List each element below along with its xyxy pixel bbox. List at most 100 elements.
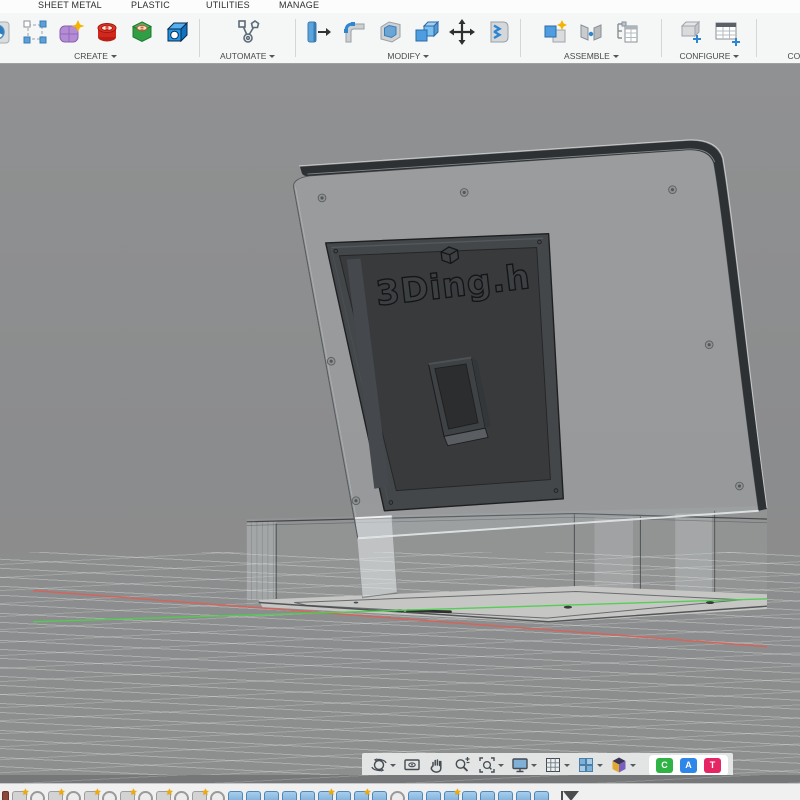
tab-sheet-metal[interactable]: SHEET METAL [38,0,102,10]
timeline-track[interactable] [0,784,550,800]
timeline-feature-blue[interactable] [462,791,477,800]
timeline-feature-blue[interactable] [282,791,297,800]
timeline-bar[interactable] [0,783,800,800]
orbit-button[interactable] [367,754,399,775]
view-cube-button[interactable] [607,754,639,775]
tab-manage[interactable]: MANAGE [279,0,319,10]
viewports-icon [577,756,595,774]
timeline-feature-blue[interactable] [300,791,315,800]
timeline-feature-blue[interactable] [246,791,261,800]
tab-plastic[interactable]: PLASTIC [131,0,170,10]
timeline-feature-blue[interactable] [480,791,495,800]
chevron-down-icon [531,764,537,770]
toolbar-group-configure: CONFIGURE [662,13,756,63]
pan-button[interactable] [425,754,449,775]
assemble-dropdown[interactable]: ASSEMBLE [564,51,619,61]
fusion360-window: SHEET METAL PLASTIC UTILITIES MANAGE CRE… [0,0,800,800]
timeline-feature-blue[interactable] [372,791,387,800]
new-component-icon[interactable] [541,18,569,46]
timeline-feature-blue[interactable] [516,791,531,800]
timeline-feature-blue[interactable] [498,791,513,800]
fit-icon [478,756,496,774]
timeline-feature-circle[interactable] [138,791,153,800]
timeline-feature-circle[interactable] [210,791,225,800]
zoom-button[interactable] [450,754,474,775]
timeline-feature-circle[interactable] [174,791,189,800]
chevron-down-icon [597,764,603,770]
clear-panel-model[interactable]: 3Ding.h [294,140,767,538]
configure-label: CONFIGURE [679,51,730,61]
grid-settings-button[interactable] [541,754,573,775]
timeline-feature-marker[interactable] [2,791,9,800]
timeline-feature-circle[interactable] [66,791,81,800]
combine-icon[interactable] [412,18,440,46]
custom-button-t[interactable]: T [704,758,721,773]
assemble-label: ASSEMBLE [564,51,610,61]
timeline-feature-blue[interactable] [228,791,243,800]
look-at-icon [403,756,421,774]
dropdown-caret-icon [423,55,429,61]
timeline-feature-blue[interactable] [426,791,441,800]
viewports-button[interactable] [574,754,606,775]
create-dropdown[interactable]: CREATE [74,51,117,61]
toolbar-group-automate: AUTOMATE [200,13,295,63]
shell-icon[interactable] [376,18,404,46]
configuration-icon[interactable] [677,18,705,46]
timeline-feature-bluestar[interactable] [444,791,459,800]
timeline-feature-bluestar[interactable] [318,791,333,800]
timeline-feature-circle[interactable] [102,791,117,800]
construct-label: CONSTRUCT [787,51,800,61]
toolbar-group-construct: CONSTRUCT [757,13,800,63]
create-form-icon[interactable] [57,18,85,46]
timeline-feature-sketch[interactable] [12,791,27,800]
move-copy-icon[interactable] [448,18,476,46]
design-partial-icon[interactable] [0,18,13,46]
modify-dropdown[interactable]: MODIFY [387,51,429,61]
timeline-feature-circle[interactable] [30,791,45,800]
timeline-feature-bluestar[interactable] [354,791,369,800]
grid-settings-icon [544,756,562,774]
press-pull-icon[interactable] [304,18,332,46]
dropdown-caret-icon [269,55,275,61]
look-at-button[interactable] [400,754,424,775]
chevron-down-icon [390,764,396,770]
zoom-icon [453,756,471,774]
revolve-icon[interactable] [93,18,121,46]
custom-button-a[interactable]: A [680,758,697,773]
create-sketch-icon[interactable] [21,18,49,46]
workspace-tabbar: SHEET METAL PLASTIC UTILITIES MANAGE [0,0,800,13]
fillet-icon[interactable] [340,18,368,46]
coil-icon[interactable] [129,18,155,46]
timeline-feature-sketch[interactable] [192,791,207,800]
timeline-feature-circle[interactable] [390,791,405,800]
timeline-feature-sketch[interactable] [156,791,171,800]
pan-hand-icon [428,756,446,774]
toolbar-group-assemble: ASSEMBLE [521,13,661,63]
joint-icon[interactable] [577,18,605,46]
timeline-feature-blue[interactable] [336,791,351,800]
view-cube-icon [610,756,628,774]
toolbar-group-create: CREATE [0,13,199,63]
timeline-playhead[interactable] [563,791,579,800]
display-settings-button[interactable] [508,754,540,775]
section-analysis-icon[interactable] [484,18,512,46]
configuration-table-icon[interactable] [713,18,741,46]
bom-icon[interactable] [613,18,641,46]
timeline-feature-blue[interactable] [408,791,423,800]
fit-button[interactable] [475,754,507,775]
box-icon[interactable] [163,18,191,46]
timeline-feature-blue[interactable] [534,791,549,800]
automate-dropdown[interactable]: AUTOMATE [220,51,275,61]
custom-button-c[interactable]: C [656,758,673,773]
tab-utilities[interactable]: UTILITIES [206,0,250,10]
timeline-feature-sketch[interactable] [120,791,135,800]
timeline-feature-sketch[interactable] [48,791,63,800]
timeline-feature-sketch[interactable] [84,791,99,800]
custom-addon-buttons: C A T [649,755,728,776]
automate-script-icon[interactable] [234,18,262,46]
model-canvas[interactable]: 3Ding.h [0,64,800,775]
construct-dropdown[interactable]: CONSTRUCT [787,51,800,61]
configure-dropdown[interactable]: CONFIGURE [679,51,739,61]
viewport-3d[interactable]: 3Ding.h [0,64,800,775]
timeline-feature-blue[interactable] [264,791,279,800]
